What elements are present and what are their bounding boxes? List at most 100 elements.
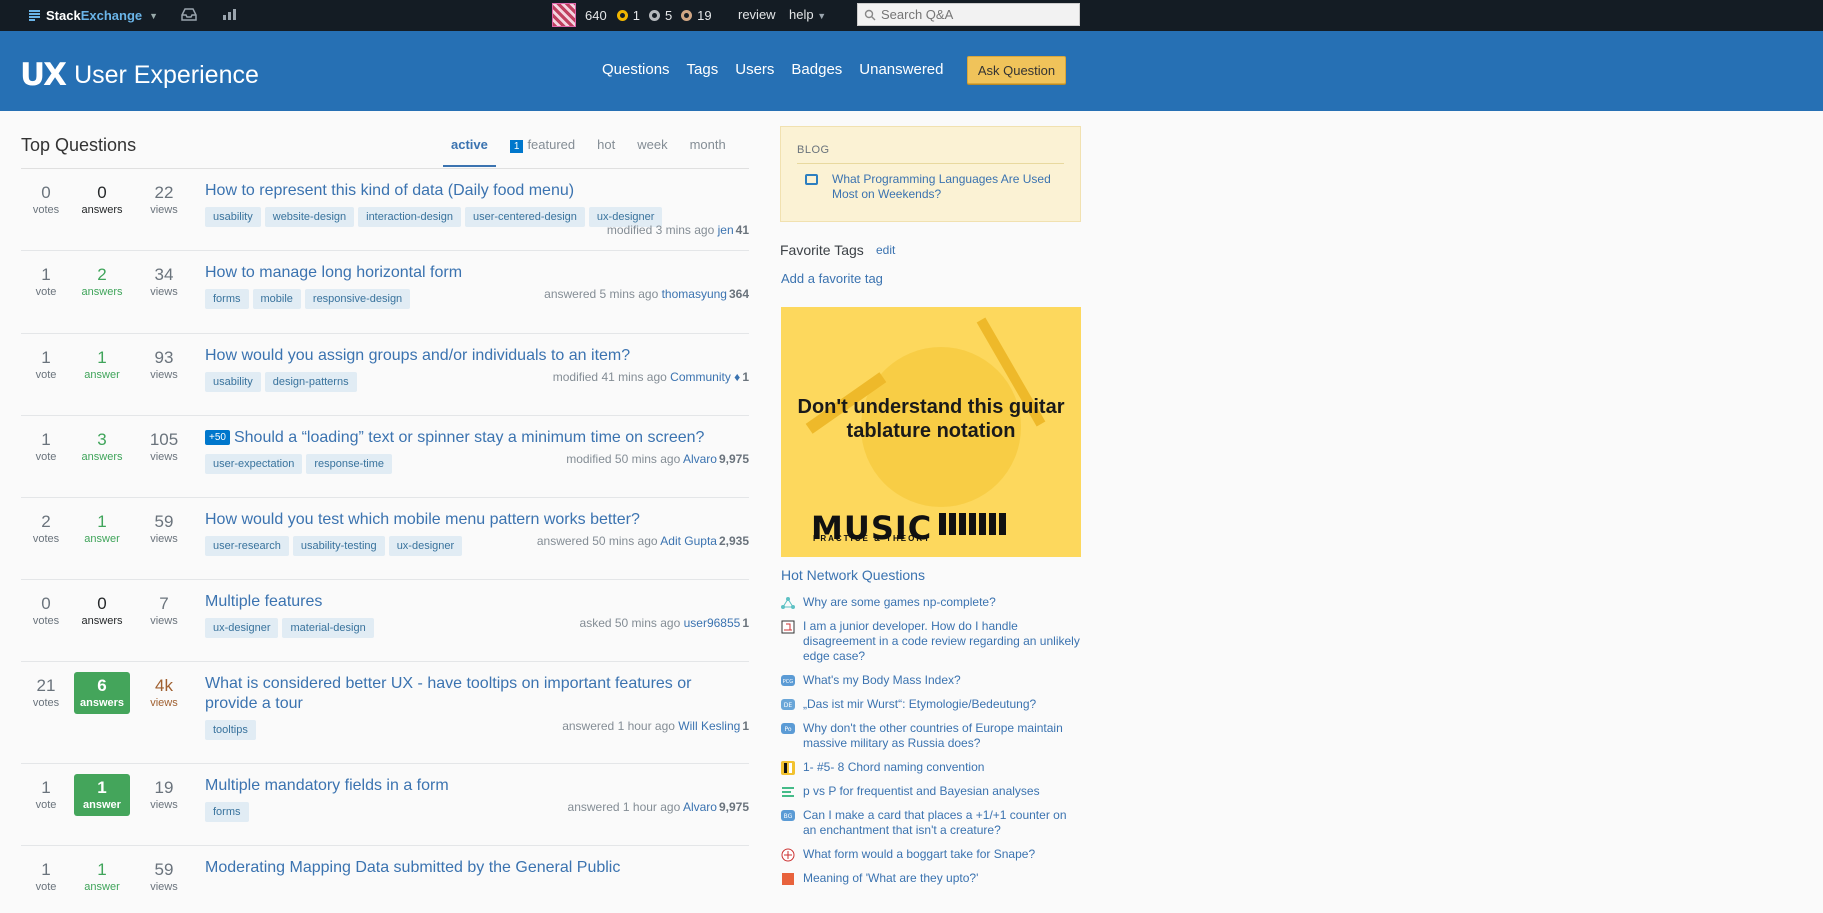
answer-count: 3 answers [74, 430, 130, 464]
tag[interactable]: mobile [252, 289, 301, 309]
nav-users[interactable]: Users [735, 61, 774, 78]
tag[interactable]: ux-designer [205, 618, 279, 638]
view-label: views [150, 881, 178, 893]
vote-count: 0 votes [21, 183, 71, 217]
hot-network-questions-heading[interactable]: Hot Network Questions [781, 567, 925, 583]
tab-week[interactable]: week [637, 137, 667, 152]
list-item: What form would a boggart take for Snape… [781, 847, 1081, 862]
tag[interactable]: user-research [205, 536, 289, 556]
answer-label: answer [84, 881, 120, 893]
hnq-link[interactable]: 1- #5- 8 Chord naming convention [803, 760, 984, 775]
question-title-link[interactable]: How to manage long horizontal form [205, 264, 462, 281]
review-link[interactable]: review [738, 7, 776, 22]
answer-count: 1 answer [74, 512, 130, 546]
nav-unanswered[interactable]: Unanswered [859, 61, 943, 78]
answer-label: answer [84, 533, 120, 545]
hnq-link[interactable]: What form would a boggart take for Snape… [803, 847, 1035, 862]
tag[interactable]: material-design [282, 618, 374, 638]
vote-number: 1 [41, 778, 51, 797]
tag[interactable]: user-centered-design [464, 207, 585, 227]
search-input[interactable] [881, 7, 1071, 22]
activity-text: answered 5 mins ago [544, 287, 659, 301]
view-number: 34 [154, 265, 174, 284]
question-title-link[interactable]: Should a “loading” text or spinner stay … [234, 429, 704, 446]
activity-text: answered 50 mins ago [536, 534, 658, 548]
user-link[interactable]: thomasyung [662, 287, 727, 301]
question-title-link[interactable]: Multiple mandatory fields in a form [205, 777, 449, 794]
nav-tags[interactable]: Tags [687, 61, 719, 78]
hnq-link[interactable]: Meaning of 'What are they upto?' [803, 871, 978, 886]
question-meta: answered 5 mins ago thomasyung 364 [544, 287, 749, 301]
question-title-link[interactable]: Multiple features [205, 593, 322, 610]
question-summary: 0 votes 0 answers 7 views Multiple features… [21, 580, 749, 662]
search-box[interactable] [857, 3, 1080, 26]
tag[interactable]: design-patterns [264, 372, 357, 392]
hnq-link[interactable]: I am a junior developer. How do I handle… [803, 619, 1081, 664]
user-link[interactable]: Will Kesling [678, 719, 740, 733]
vote-count: 0 votes [21, 594, 71, 628]
tag[interactable]: responsive-design [304, 289, 411, 309]
workplace-icon [781, 620, 795, 634]
site-logo[interactable]: UX User Experience [20, 57, 259, 93]
tag[interactable]: user-expectation [205, 454, 303, 474]
ask-question-button[interactable]: Ask Question [967, 56, 1066, 84]
vote-number: 1 [41, 348, 51, 367]
inbox-icon[interactable] [181, 7, 197, 21]
answer-label: answers [81, 615, 123, 627]
hnq-link[interactable]: „Das ist mir Wurst“: Etymologie/Bedeutun… [803, 697, 1036, 712]
hnq-link[interactable]: Why are some games np-complete? [803, 595, 996, 610]
blog-post-link[interactable]: What Programming Languages Are Used Most… [832, 172, 1062, 202]
view-label: views [150, 286, 178, 298]
question-title-link[interactable]: Moderating Mapping Data submitted by the… [205, 859, 620, 876]
question-title-link[interactable]: How to represent this kind of data (Dail… [205, 182, 574, 199]
user-link[interactable]: Alvaro [683, 800, 717, 814]
tag[interactable]: tooltips [205, 720, 256, 740]
tag[interactable]: forms [205, 802, 249, 822]
user-link[interactable]: jen [718, 223, 734, 237]
add-favorite-tag-link[interactable]: Add a favorite tag [781, 271, 883, 286]
hnq-link[interactable]: p vs P for frequentist and Bayesian anal… [803, 784, 1040, 799]
tag[interactable]: interaction-design [358, 207, 461, 227]
tag[interactable]: ux-designer [388, 536, 463, 556]
tag[interactable]: usability-testing [292, 536, 385, 556]
hnq-link[interactable]: What's my Body Mass Index? [803, 673, 961, 688]
answer-label: answers [81, 451, 123, 463]
user-link[interactable]: user96855 [684, 616, 741, 630]
nav-badges[interactable]: Badges [791, 61, 842, 78]
hnq-link[interactable]: Why don't the other countries of Europe … [803, 721, 1081, 751]
hnq-link[interactable]: Can I make a card that places a +1/+1 co… [803, 808, 1081, 838]
svg-text:BG: BG [784, 813, 793, 820]
vote-count: 1 vote [21, 860, 71, 894]
tag[interactable]: response-time [306, 454, 393, 474]
scifi-icon [781, 848, 795, 862]
tag[interactable]: forms [205, 289, 249, 309]
tag[interactable]: usability [205, 372, 261, 392]
answer-count: 1 answer [74, 348, 130, 382]
answer-label: answers [79, 697, 125, 709]
tab-featured[interactable]: 1 featured [509, 137, 575, 153]
question-title-link[interactable]: How would you test which mobile menu pat… [205, 511, 640, 528]
question-title-link[interactable]: How would you assign groups and/or indiv… [205, 347, 630, 364]
question-title-link[interactable]: What is considered better UX - have tool… [205, 675, 691, 712]
achievements-icon[interactable] [222, 7, 238, 21]
user-link[interactable]: Community ♦ [670, 370, 740, 384]
tab-active[interactable]: active [443, 137, 496, 167]
answer-number: 3 [97, 430, 107, 449]
user-reputation: 9,975 [718, 800, 749, 814]
tag[interactable]: usability [205, 207, 261, 227]
user-reputation: 9,975 [718, 452, 749, 466]
bounty-badge[interactable]: +50 [205, 430, 230, 445]
stackexchange-menu[interactable]: Stack Exchange ▼ [29, 6, 158, 25]
user-link[interactable]: Adit Gupta [660, 534, 717, 548]
question-meta: asked 50 mins ago user96855 1 [580, 616, 749, 630]
user-reputation-link[interactable]: 640 1 5 19 [552, 2, 721, 28]
favorite-tags-edit-link[interactable]: edit [876, 243, 895, 257]
music-ad-banner[interactable]: Don't understand this guitar tablature n… [781, 307, 1081, 557]
nav-questions[interactable]: Questions [602, 61, 670, 78]
tab-hot[interactable]: hot [597, 137, 615, 152]
user-link[interactable]: Alvaro [683, 452, 717, 466]
stackexchange-icon [29, 10, 40, 21]
tag[interactable]: website-design [264, 207, 355, 227]
tab-month[interactable]: month [690, 137, 726, 152]
help-menu[interactable]: help ▼ [789, 7, 826, 22]
